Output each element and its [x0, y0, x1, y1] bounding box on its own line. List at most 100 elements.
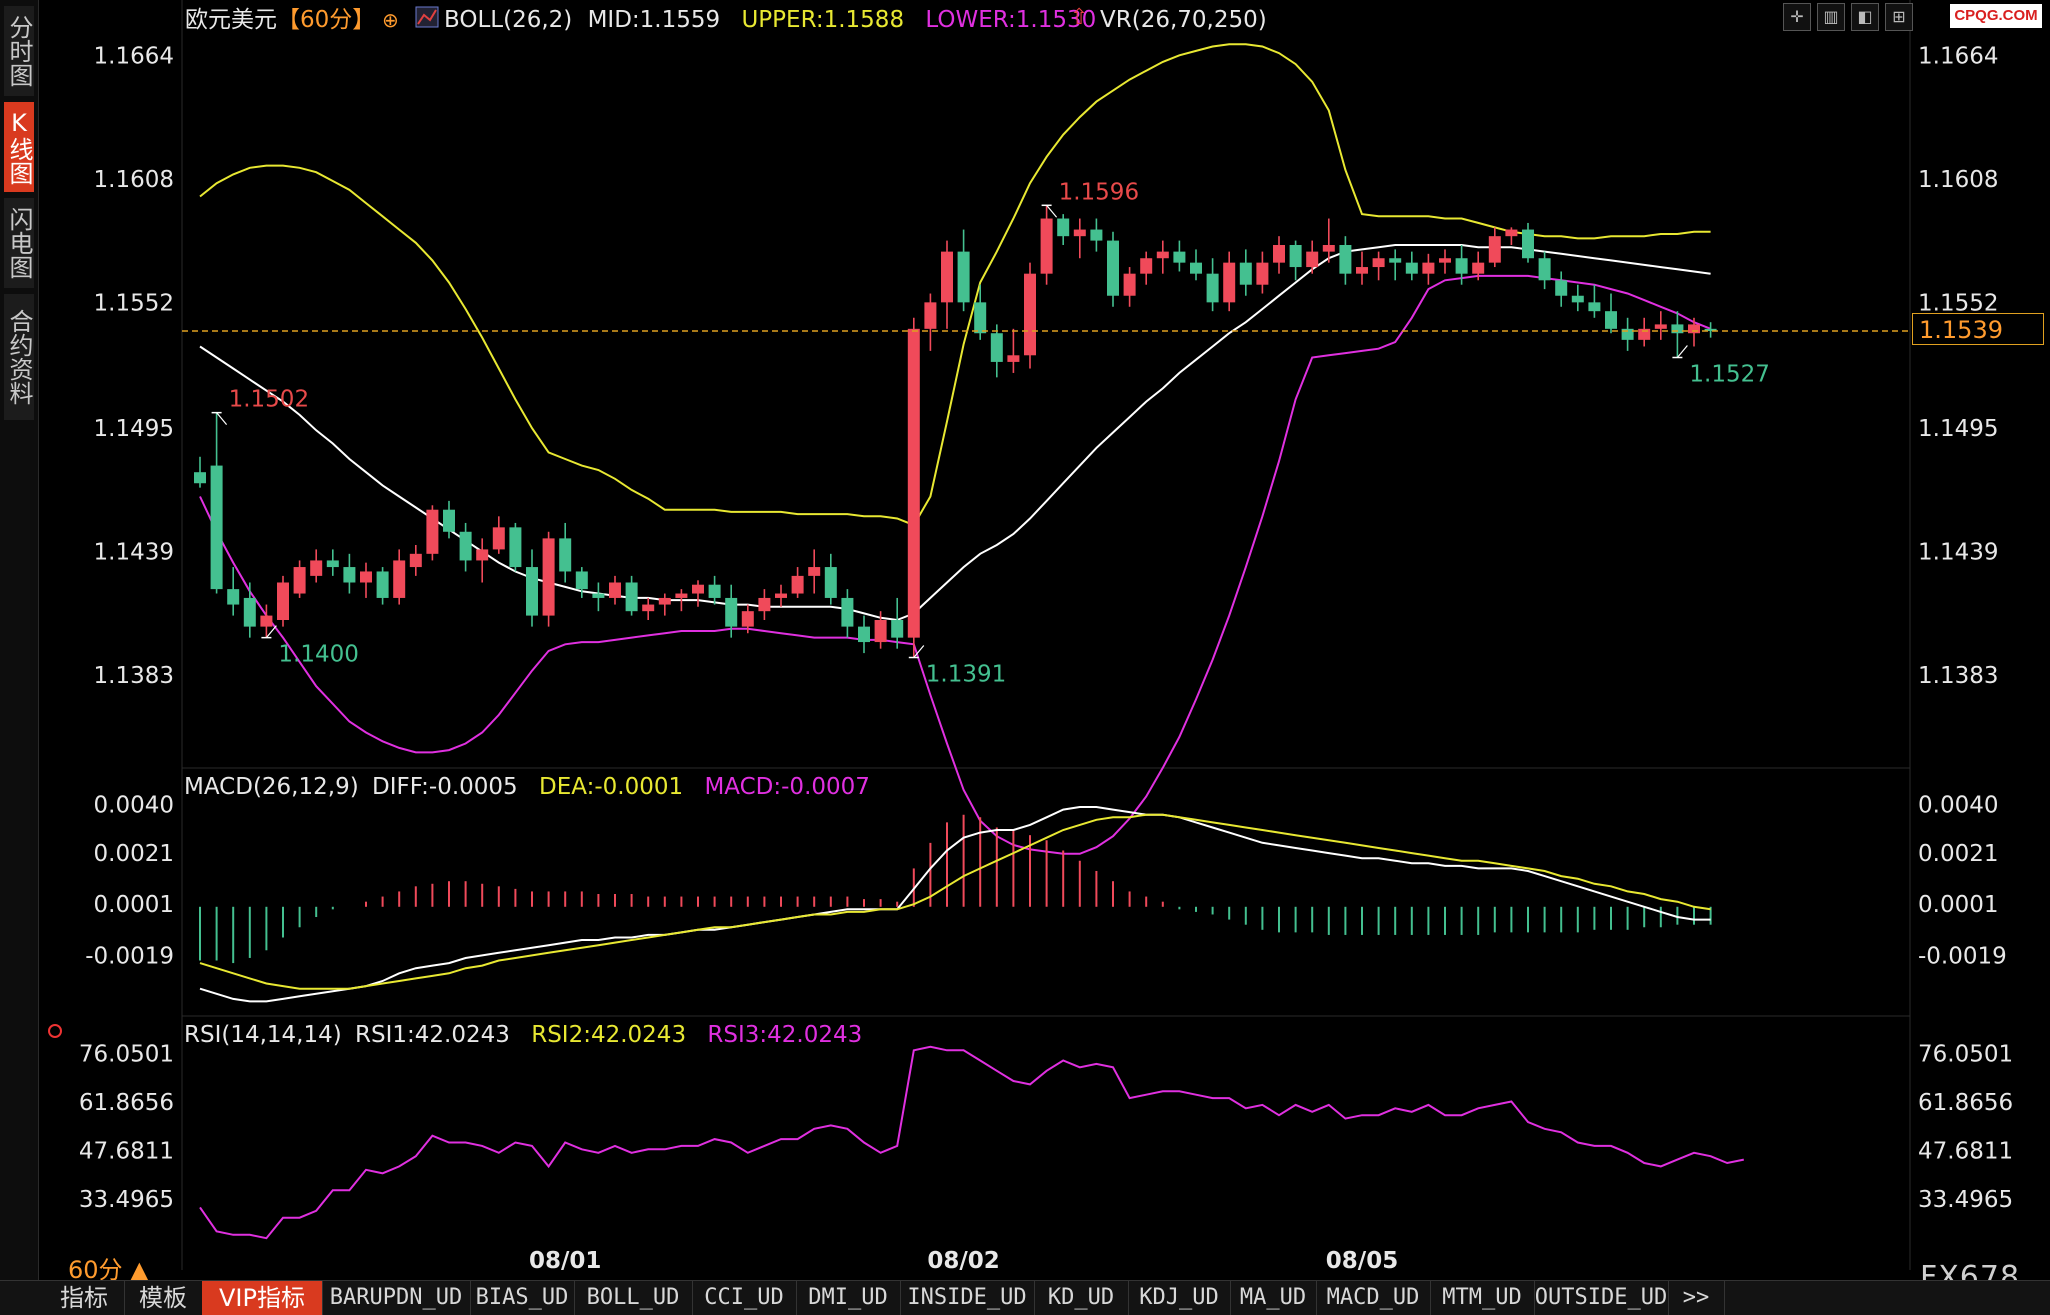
- svg-text:欧元美元【60分】: 欧元美元【60分】: [185, 7, 375, 33]
- indicator-tab-指标[interactable]: 指标: [44, 1281, 125, 1315]
- date-label: 08/01: [529, 1248, 601, 1274]
- rsi1-value: RSI1:42.0243: [355, 1022, 510, 1048]
- candle-body: [1571, 295, 1584, 303]
- chart-canvas: 1.1502 1.1400 1.1391 1.1596 1.1527 1.1664 1.1…: [79, 0, 2044, 1274]
- macd-tick-right: 0.0040: [1918, 792, 1998, 818]
- candle-body: [858, 626, 870, 643]
- candle-body: [1024, 273, 1036, 356]
- candle-body: [941, 251, 953, 303]
- arrow-up-icon[interactable]: ⇧: [1070, 5, 1088, 30]
- toolbar-icons: ✛ ▥ ◧ ⊞: [1783, 3, 1913, 31]
- candle-body: [741, 611, 754, 627]
- candle-body: [1156, 251, 1169, 259]
- candle-body: [260, 615, 273, 627]
- candle-body: [575, 571, 588, 590]
- boll-lower-line: [199, 274, 1711, 855]
- candle-body: [675, 593, 688, 598]
- candle-body: [1505, 229, 1518, 237]
- candle-body: [409, 553, 422, 568]
- candle-body: [360, 571, 372, 583]
- macd-tick-left: 0.0021: [94, 841, 174, 867]
- macd-dea: DEA:-0.0001: [539, 774, 683, 800]
- rsi-panel: [199, 1045, 1745, 1240]
- indicator-tab-模板[interactable]: 模板: [124, 1281, 203, 1315]
- rsi-tick-right: 61.8656: [1918, 1090, 2013, 1116]
- candle-body: [1654, 324, 1667, 329]
- annotation-label: 1.1391: [926, 662, 1006, 688]
- price-tick-right: 1.1608: [1918, 167, 1998, 193]
- candle-body: [326, 560, 339, 568]
- indicator-tab-macd-ud[interactable]: MACD_UD: [1316, 1281, 1431, 1315]
- indicator-tab-inside-ud[interactable]: INSIDE_UD: [900, 1281, 1035, 1315]
- candle-body: [1073, 229, 1086, 237]
- price-tick-left: 1.1664: [94, 43, 174, 69]
- candle-body: [1256, 262, 1269, 285]
- candle-body: [1057, 218, 1070, 237]
- period-selector[interactable]: 【60分】: [277, 7, 375, 33]
- price-tick-right: 1.1439: [1918, 540, 1998, 566]
- candle-body: [393, 560, 406, 598]
- candle-body: [194, 472, 206, 484]
- draw-tool-icon[interactable]: ◧: [1851, 3, 1879, 31]
- candle-body: [1538, 258, 1551, 281]
- rsi2-value: RSI2:42.0243: [531, 1022, 686, 1048]
- indicator-tab-bias-ud[interactable]: BIAS_UD: [470, 1281, 575, 1315]
- macd-value: MACD:-0.0007: [704, 774, 869, 800]
- boll-name: BOLL(26,2): [444, 7, 572, 33]
- candle-body: [708, 584, 721, 598]
- rsi-tick-right: 47.6811: [1918, 1138, 2013, 1164]
- candle-body: [1239, 262, 1252, 285]
- candle-body: [1123, 273, 1136, 296]
- boll-upper-line: [199, 43, 1711, 527]
- price-tick-left: 1.1439: [94, 540, 174, 566]
- candle-body: [310, 560, 323, 576]
- layout-icon[interactable]: ▥: [1817, 3, 1845, 31]
- candle-body: [1273, 245, 1285, 263]
- grid-icon[interactable]: ⊞: [1885, 3, 1913, 31]
- rsi-tick-left: 76.0501: [79, 1041, 174, 1067]
- candle-body: [1439, 258, 1451, 263]
- price-tick-left: 1.1608: [94, 167, 174, 193]
- candle-body: [376, 571, 389, 598]
- indicator-tab-vip指标[interactable]: VIP指标: [202, 1281, 323, 1315]
- candle-body: [990, 333, 1003, 362]
- rsi-tick-right: 33.4965: [1918, 1187, 2013, 1213]
- svg-text:RSI(14,14,14) RSI1:42.0243: RSI(14,14,14) RSI1:42.0243 RSI2:42.0243 …: [184, 1022, 862, 1048]
- candle-body: [957, 251, 970, 303]
- candle-body: [1289, 245, 1302, 268]
- rsi3-value: RSI3:42.0243: [707, 1022, 862, 1048]
- period-dropdown-icon[interactable]: ⊕: [382, 8, 399, 32]
- candle-body: [1007, 355, 1020, 362]
- candle-body: [476, 549, 489, 561]
- macd-tick-left: 0.0001: [94, 892, 174, 918]
- indicator-tab-ma-ud[interactable]: MA_UD: [1230, 1281, 1317, 1315]
- indicator-tab-kd-ud[interactable]: KD_UD: [1034, 1281, 1129, 1315]
- indicator-tab-kdj-ud[interactable]: KDJ_UD: [1128, 1281, 1231, 1315]
- candle-body: [1322, 245, 1335, 252]
- candle-body: [841, 597, 854, 627]
- candle-body: [293, 567, 306, 594]
- candle-body: [1488, 236, 1501, 263]
- rsi-tick-left: 47.6811: [79, 1138, 174, 1164]
- candle-body: [1190, 262, 1202, 274]
- candle-body: [459, 531, 472, 561]
- candle-body: [1688, 324, 1700, 334]
- candle-body: [791, 575, 804, 594]
- indicator-tab-dmi-ud[interactable]: DMI_UD: [796, 1281, 901, 1315]
- indicator-tab-outside-ud[interactable]: OUTSIDE_UD: [1534, 1281, 1669, 1315]
- candle-body: [692, 584, 704, 594]
- indicator-tab-cci-ud[interactable]: CCI_UD: [692, 1281, 797, 1315]
- boll-mid: MID:1.1559: [588, 7, 721, 33]
- crosshair-icon[interactable]: ✛: [1783, 3, 1811, 31]
- candles: [194, 205, 1717, 658]
- settings-icon[interactable]: [48, 1024, 62, 1038]
- candle-body: [426, 509, 439, 554]
- candle-body: [1455, 258, 1468, 274]
- indicator-tab-barupdn-ud[interactable]: BARUPDN_UD: [322, 1281, 471, 1315]
- candle-body: [1173, 251, 1186, 263]
- candle-body: [1405, 262, 1418, 274]
- indicator-tab--[interactable]: >>: [1668, 1281, 1725, 1315]
- candle-body: [1588, 302, 1601, 312]
- indicator-tab-mtm-ud[interactable]: MTM_UD: [1430, 1281, 1535, 1315]
- indicator-tab-boll-ud[interactable]: BOLL_UD: [574, 1281, 693, 1315]
